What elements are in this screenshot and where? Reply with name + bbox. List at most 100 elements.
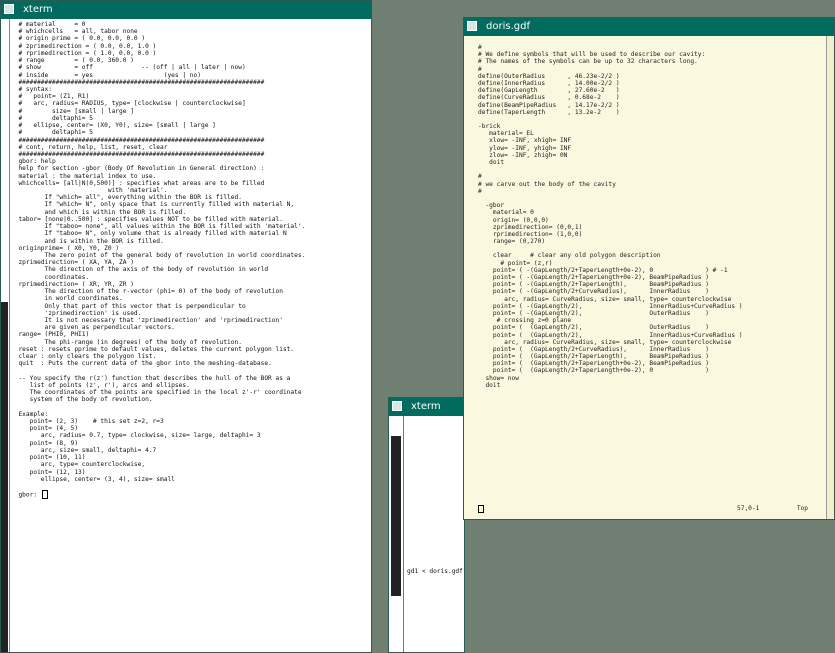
terminal-line: # size= [small | large ] bbox=[11, 107, 134, 115]
editor-line: rprimedirection= (1,0,0) bbox=[478, 230, 583, 238]
terminal-line: point= (12, 13) bbox=[11, 468, 86, 476]
editor-line: point= ( -(GapLength/2+TaperLength), Bea… bbox=[478, 281, 709, 289]
terminal-line: # deltaphi= 5 bbox=[11, 129, 93, 137]
editor-line: define(BeamPipeRadius , 14.17e-2/2 ) bbox=[478, 101, 620, 109]
editor-window[interactable]: doris.gdf # # We define symbols that will… bbox=[463, 17, 835, 520]
terminal-line: zprimedirection= ( XA, YA, ZA ) bbox=[11, 259, 134, 267]
scrollbar[interactable] bbox=[389, 416, 404, 652]
editor-line: # The names of the symbols can be up to … bbox=[478, 58, 698, 66]
editor-line: point= ( (GapLength/2+TaperLength+0e-2),… bbox=[478, 367, 709, 375]
editor-line: point= ( -(GapLength/2+TaperLength+0e-2)… bbox=[478, 266, 728, 274]
editor-buffer[interactable]: # # We define symbols that will be used t… bbox=[464, 36, 834, 389]
terminal-line: range= (PHI0, PHI1) bbox=[11, 331, 90, 339]
text-cursor bbox=[41, 490, 48, 500]
editor-line: point= ( (GapLength/2), OuterRadius ) bbox=[478, 324, 709, 332]
editor-line: -gbor bbox=[478, 202, 505, 210]
window-menu-icon[interactable] bbox=[467, 21, 477, 31]
editor-line: point= ( -(GapLength/2+CurveRadius), Inn… bbox=[478, 288, 709, 296]
terminal-line: If "which= N", only space that is curren… bbox=[11, 201, 295, 209]
editor-line: zlow= -INF, zhigh= 0N bbox=[478, 151, 568, 159]
terminal-line: # cont, return, help, list, reset, clear bbox=[11, 143, 168, 151]
terminal-line: If "taboo= N", only volume that is alrea… bbox=[11, 230, 287, 238]
editor-line: zprimedirection= (0,0,1) bbox=[478, 223, 583, 231]
title-bar[interactable]: doris.gdf bbox=[464, 18, 834, 36]
terminal-line: # ellipse, center= (X0, Y0), size= [smal… bbox=[11, 122, 216, 130]
editor-line: show= now bbox=[478, 374, 519, 382]
terminal-line: help for section -gbor (Body Of Revoluti… bbox=[11, 165, 265, 173]
editor-line: # bbox=[478, 187, 482, 195]
title-bar[interactable]: xterm bbox=[1, 1, 371, 19]
terminal-line: system of the body of revolution. bbox=[11, 396, 153, 404]
terminal-line: gbor: bbox=[11, 490, 371, 500]
terminal-line: The phi-range (in degrees) of the body o… bbox=[11, 338, 242, 346]
terminal-line: material : the material index to use. bbox=[11, 172, 157, 180]
title-bar[interactable]: xterm bbox=[389, 398, 464, 416]
scrollbar-thumb[interactable] bbox=[391, 436, 401, 596]
editor-line: define(InnerRadius , 14.00e-2/2 ) bbox=[478, 79, 620, 87]
terminal-line: point= (8, 9) bbox=[11, 439, 79, 447]
shell-prompt[interactable]: gd1 < doris.gdf bbox=[407, 568, 463, 575]
terminal-line: -- You specify the r(z') function that d… bbox=[11, 374, 291, 382]
terminal-line: arc, type= counterclockwise, bbox=[11, 461, 146, 469]
editor-line: # bbox=[478, 44, 482, 51]
xterm-shell-window[interactable]: xterm gd1 < doris.gdf bbox=[388, 397, 465, 653]
terminal-line: ellipse, center= (3, 4), size= small bbox=[11, 475, 175, 483]
window-menu-icon[interactable] bbox=[392, 401, 402, 411]
editor-line: origin= (0,0,0) bbox=[478, 216, 549, 224]
scroll-percent: Top bbox=[796, 505, 808, 512]
terminal-line: 'zprimedirection' is used. bbox=[11, 309, 142, 317]
terminal-line: tabor= [none|0..500] : specifies values … bbox=[11, 215, 283, 223]
editor-line: material= 0 bbox=[478, 209, 534, 217]
terminal-line: gbor: help bbox=[11, 158, 56, 166]
terminal-line: Example: bbox=[11, 410, 49, 418]
window-menu-icon[interactable] bbox=[4, 4, 14, 14]
terminal-line: arc, size= small, deltaphi= 4.7 bbox=[11, 446, 157, 454]
terminal-line: # syntax: bbox=[11, 85, 52, 93]
editor-line: define(CurveRadius , 0.68e-2 ) bbox=[478, 94, 620, 102]
editor-line: arc, radius= CurveRadius, size= small, t… bbox=[478, 295, 732, 303]
terminal-line: # show = off -- (off | all | later | now… bbox=[11, 64, 246, 72]
terminal-line: originprime= ( X0, Y0, Z0 ) bbox=[11, 244, 120, 252]
editor-line: arc, radius= CurveRadius, size= small, t… bbox=[478, 338, 732, 346]
xterm-help-window[interactable]: xterm # material = 0 # whichcells = all,… bbox=[0, 0, 372, 653]
terminal-line: ########################################… bbox=[11, 136, 265, 144]
terminal-line: list of points (z', r'), arcs and ellips… bbox=[11, 381, 190, 389]
terminal-line: with 'material'. bbox=[11, 187, 168, 195]
editor-line: clear # clear any old polygon descriptio… bbox=[478, 252, 661, 260]
terminal-line: # rprimedirection = ( 1.0, 0.0, 0.0 ) bbox=[11, 49, 157, 57]
terminal-line: arc, radius= 0.7, type= clockwise, size=… bbox=[11, 432, 261, 440]
terminal-line: # point= (Z1, R1) bbox=[11, 93, 90, 101]
editor-line: # we carve out the body of the cavity bbox=[478, 180, 616, 188]
terminal-line: and is within the BOR is filled. bbox=[11, 237, 164, 245]
cursor-position: 57,0-1 bbox=[737, 505, 760, 512]
terminal-line: # arc, radius= RADIUS, type= [clockwise … bbox=[11, 100, 246, 108]
editor-line: # bbox=[478, 173, 482, 181]
editor-line: define(TaperLength , 13.2e-2 ) bbox=[478, 108, 620, 116]
terminal-line: # inside = yes (yes | no) bbox=[11, 71, 201, 79]
terminal-line: # whichcells = all, tabor none bbox=[11, 28, 138, 36]
terminal-line: reset : resets pprime to default values,… bbox=[11, 345, 295, 353]
terminal-line: quit : Puts the current data of the gbor… bbox=[11, 360, 272, 368]
editor-line: xlow= -INF, xhigh= INF bbox=[478, 137, 572, 145]
editor-line: doit bbox=[478, 159, 505, 166]
terminal-line: # deltaphi= 5 bbox=[11, 114, 93, 122]
terminal-line: If "which= all", everything within the B… bbox=[11, 194, 242, 202]
editor-line: point= ( (GapLength/2), InnerRadius+Curv… bbox=[478, 331, 743, 339]
editor-line: define(OuterRadius , 46.23e-2/2 ) bbox=[478, 72, 620, 80]
terminal-output[interactable]: # material = 0 # whichcells = all, tabor… bbox=[1, 19, 371, 500]
terminal-line: point= (4, 5) bbox=[11, 425, 79, 433]
editor-line: define(GapLength , 27.60e-2 ) bbox=[478, 87, 620, 95]
terminal-line: are given as perpendicular vectors. bbox=[11, 324, 175, 332]
editor-line: ylow= -INF, yhigh= INF bbox=[478, 144, 572, 152]
terminal-line: point= (10, 11) bbox=[11, 454, 86, 462]
terminal-line: ########################################… bbox=[11, 78, 265, 86]
terminal-line: The coordinates of the points are specif… bbox=[11, 389, 302, 397]
terminal-line: The zero point of the general body of re… bbox=[11, 252, 306, 259]
editor-status-line: 57,0-1 Top bbox=[482, 505, 808, 513]
